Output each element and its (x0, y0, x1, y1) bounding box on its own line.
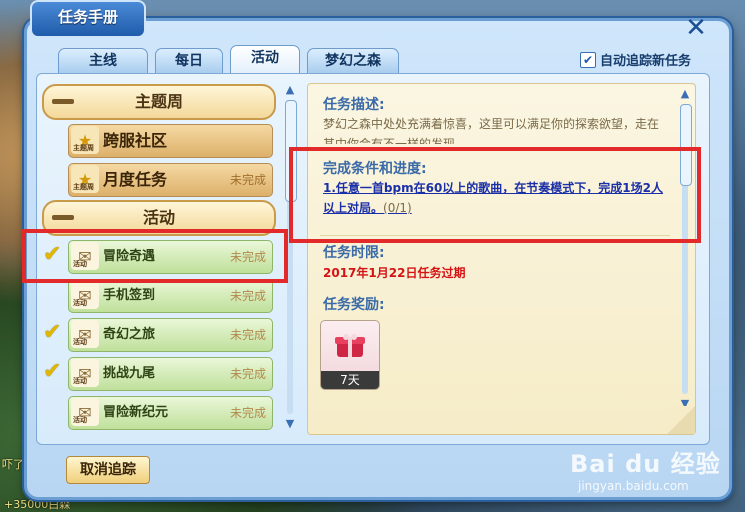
task-name: 跨服社区 (103, 131, 168, 150)
task-name: 冒险新纪元 (103, 405, 169, 420)
reward-title: 任务奖励: (323, 297, 385, 313)
list-item[interactable]: ✉ 活动 奇幻之旅 未完成 (68, 318, 273, 352)
icon-tag: 活动 (73, 299, 87, 307)
icon-tag: 活动 (73, 377, 87, 385)
watermark: Bai du 经验 jingyan.baidu.com (570, 444, 721, 493)
group-header-theme-week[interactable]: 主题周 (42, 84, 276, 120)
deadline-text: 2017年1月22日任务过期 (323, 266, 466, 280)
auto-track-toggle[interactable]: ✔ 自动追踪新任务 (580, 50, 691, 69)
task-name: 月度任务 (103, 170, 168, 189)
scroll-up-icon[interactable]: ▲ (284, 84, 296, 96)
watermark-logo: Bai du 经验 (570, 450, 721, 478)
task-name: 手机签到 (103, 288, 156, 303)
highlight-box (22, 229, 288, 283)
group-title: 主题周 (134, 92, 183, 111)
window-title: 任务手册 (30, 0, 146, 38)
icon-tag: 主题周 (73, 183, 94, 191)
scroll-down-icon[interactable]: ▼ (284, 418, 296, 430)
close-icon[interactable]: ✕ (682, 14, 710, 42)
tab-dream-forest[interactable]: 梦幻之森 (307, 48, 399, 73)
star-icon: ★ 主题周 (71, 126, 99, 154)
auto-track-label: 自动追踪新任务 (600, 54, 692, 69)
auto-track-checkbox[interactable]: ✔ (580, 51, 596, 68)
gift-box-icon (335, 334, 365, 357)
task-status: 未完成 (229, 367, 266, 381)
scroll-icon: ✉ 活动 (71, 281, 99, 309)
scroll-icon: ✉ 活动 (71, 359, 99, 387)
reward-duration: 7天 (321, 371, 379, 389)
background-text: 吓了 (2, 458, 24, 471)
list-item[interactable]: ✉ 活动 手机签到 未完成 (68, 279, 273, 313)
tracked-check-icon[interactable]: ✔ (43, 359, 61, 384)
icon-tag: 活动 (73, 338, 87, 346)
page-fold-corner (667, 406, 695, 434)
icon-tag: 活动 (73, 416, 87, 424)
highlight-box (289, 147, 701, 243)
task-status: 未完成 (229, 289, 266, 303)
deadline-title: 任务时限: (323, 245, 385, 261)
list-item[interactable]: ★ 主题周 月度任务 未完成 (68, 163, 273, 197)
list-item[interactable]: ✉ 活动 冒险新纪元 未完成 (68, 396, 273, 430)
task-name: 奇幻之旅 (103, 327, 156, 342)
description-text: 梦幻之森中处处充满着惊喜，这里可以满足你的探索欲望，走在其中你会有不一样的发现。 (323, 117, 660, 144)
detail-scrollbar[interactable]: ▲ ▼ (679, 88, 692, 413)
task-name: 挑战九尾 (103, 366, 156, 381)
list-item[interactable]: ★ 主题周 跨服社区 (68, 124, 273, 158)
tracked-check-icon[interactable]: ✔ (43, 320, 61, 345)
task-status: 未完成 (229, 173, 266, 187)
scroll-icon: ✉ 活动 (71, 398, 99, 426)
watermark-url: jingyan.baidu.com (578, 479, 689, 493)
star-icon: ★ 主题周 (71, 165, 99, 193)
list-item[interactable]: ✉ 活动 挑战九尾 未完成 (68, 357, 273, 391)
description-title: 任务描述: (323, 97, 385, 113)
task-status: 未完成 (229, 406, 266, 420)
task-status: 未完成 (229, 328, 266, 342)
scroll-up-icon[interactable]: ▲ (679, 88, 691, 100)
tab-bar: 主线 每日 活动 梦幻之森 (58, 45, 399, 73)
icon-tag: 主题周 (73, 144, 94, 152)
scroll-icon: ✉ 活动 (71, 320, 99, 348)
reward-item[interactable]: 7天 (320, 320, 380, 390)
tab-main[interactable]: 主线 (58, 48, 148, 73)
task-detail-pane: 任务描述: 梦幻之森中处处充满着惊喜，这里可以满足你的探索欲望，走在其中你会有不… (307, 83, 696, 435)
cancel-track-button[interactable]: 取消追踪 (66, 456, 150, 484)
tab-event[interactable]: 活动 (230, 45, 300, 73)
tab-daily[interactable]: 每日 (155, 48, 223, 73)
